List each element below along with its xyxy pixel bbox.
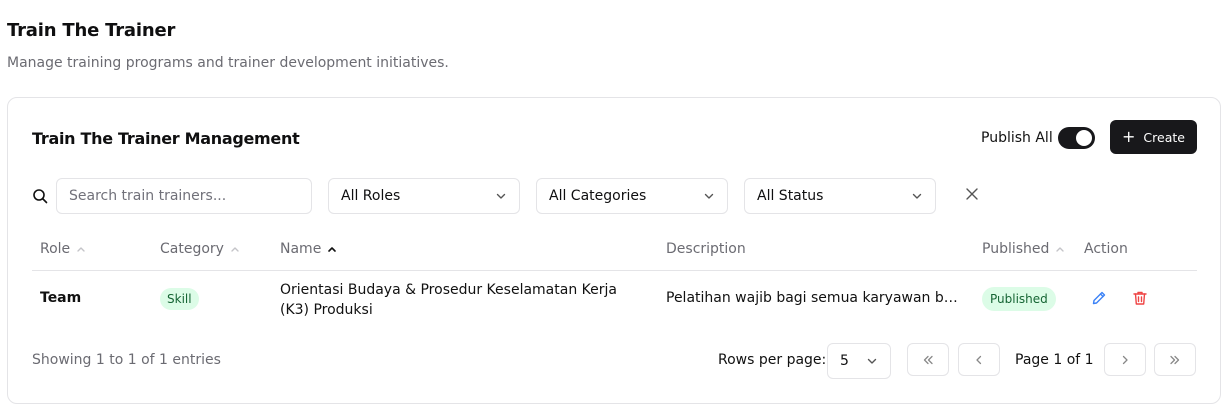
status-badge: Published xyxy=(982,287,1056,311)
next-page-button[interactable] xyxy=(1104,343,1146,376)
toggle-knob xyxy=(1076,130,1092,146)
entries-summary: Showing 1 to 1 of 1 entries xyxy=(32,352,221,368)
sort-up-icon xyxy=(1056,247,1065,252)
page-subtitle: Manage training programs and trainer dev… xyxy=(7,55,449,71)
chevrons-left-icon xyxy=(923,355,933,364)
create-button-label: Create xyxy=(1143,129,1185,145)
column-header-description: Description xyxy=(666,241,746,257)
chevron-left-icon xyxy=(976,355,982,364)
roles-select-value: All Roles xyxy=(341,188,401,204)
chevron-right-icon xyxy=(1122,355,1128,364)
cell-description: Pelatihan wajib bagi semua karyawan baru… xyxy=(666,290,966,306)
page-title: Train The Trainer xyxy=(7,20,176,41)
rows-per-page-select[interactable]: 5 xyxy=(827,343,891,379)
last-page-button[interactable] xyxy=(1154,343,1196,376)
chevron-down-icon xyxy=(912,193,922,199)
chevron-down-icon xyxy=(704,193,714,199)
clear-filters-icon[interactable] xyxy=(965,187,979,201)
cell-name: Orientasi Budaya & Prosedur Keselamatan … xyxy=(280,282,617,318)
column-header-name[interactable]: Name xyxy=(280,241,337,257)
card-title: Train The Trainer Management xyxy=(32,129,300,148)
rows-per-page-value: 5 xyxy=(840,353,849,369)
sort-up-icon xyxy=(328,247,337,252)
chevrons-right-icon xyxy=(1170,355,1180,364)
sort-up-icon xyxy=(231,247,239,252)
publish-all-label: Publish All xyxy=(981,130,1053,146)
cell-role: Team xyxy=(40,290,82,306)
header-divider xyxy=(32,270,1197,271)
edit-icon[interactable] xyxy=(1091,290,1107,306)
column-header-published[interactable]: Published xyxy=(982,241,1065,257)
management-card: Train The Trainer Management Publish All… xyxy=(7,97,1221,404)
page-info: Page 1 of 1 xyxy=(1015,352,1094,368)
trash-icon[interactable] xyxy=(1132,290,1148,306)
chevron-down-icon xyxy=(867,358,877,364)
publish-all-toggle[interactable] xyxy=(1058,127,1095,149)
status-select-value: All Status xyxy=(757,188,824,204)
first-page-button[interactable] xyxy=(907,343,949,376)
chevron-down-icon xyxy=(496,193,506,199)
plus-icon: + xyxy=(1122,126,1136,146)
create-button[interactable]: + Create xyxy=(1110,120,1197,154)
previous-page-button[interactable] xyxy=(958,343,1000,376)
roles-select[interactable]: All Roles xyxy=(328,178,520,214)
category-badge: Skill xyxy=(160,288,199,310)
sort-up-icon xyxy=(77,247,85,252)
column-header-role[interactable]: Role xyxy=(40,241,86,257)
categories-select-value: All Categories xyxy=(549,188,647,204)
column-header-category[interactable]: Category xyxy=(160,241,240,257)
column-header-action: Action xyxy=(1084,241,1128,257)
categories-select[interactable]: All Categories xyxy=(536,178,728,214)
search-icon xyxy=(33,189,48,204)
rows-per-page-label: Rows per page: xyxy=(718,352,827,368)
search-input[interactable] xyxy=(56,178,312,214)
status-select[interactable]: All Status xyxy=(744,178,936,214)
